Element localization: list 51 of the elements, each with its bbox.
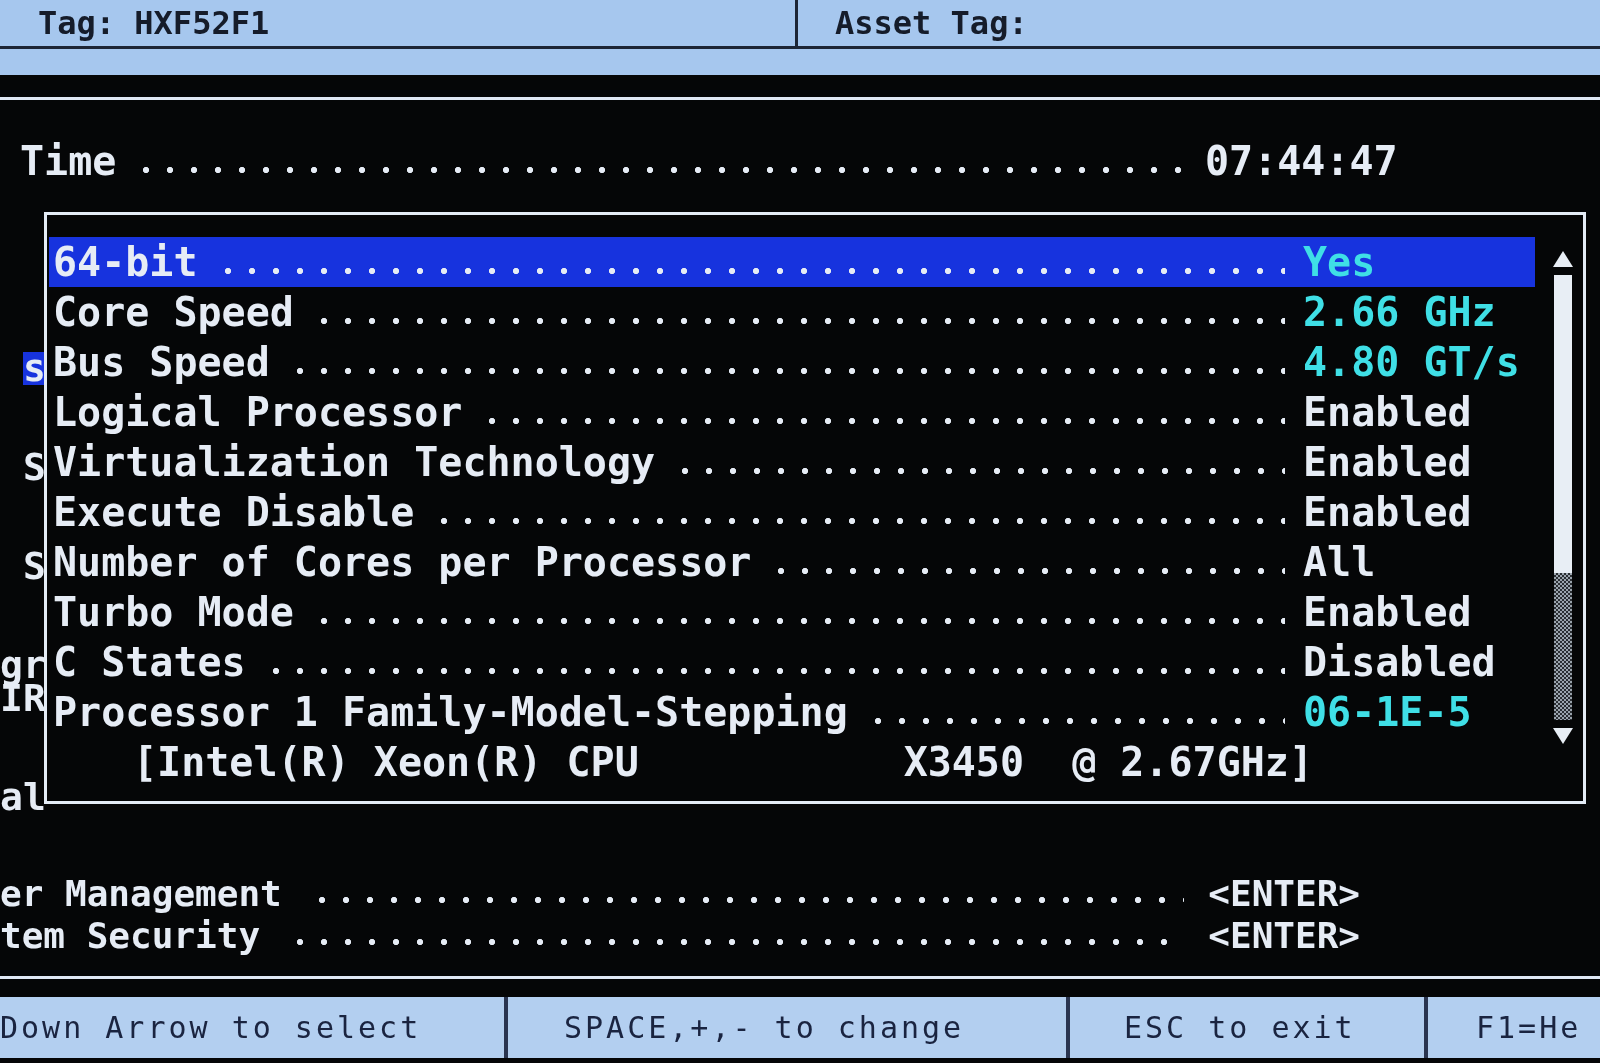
setting-value: Enabled xyxy=(1303,389,1473,435)
sidebar-item[interactable]: al xyxy=(0,781,46,814)
setting-row[interactable]: Bus Speed 4.80 GT/s xyxy=(49,337,1535,387)
setting-row[interactable]: Execute Disable Enabled xyxy=(49,487,1535,537)
setting-value: Disabled xyxy=(1303,639,1497,685)
setting-row[interactable]: Virtualization Technology Enabled xyxy=(49,437,1535,487)
setting-label: 64-bit xyxy=(53,239,198,285)
enter-hint: <ENTER> xyxy=(1208,914,1360,956)
setting-row[interactable]: Logical Processor Enabled xyxy=(49,387,1535,437)
key-hint: F1=He xyxy=(1475,1009,1583,1047)
setting-row[interactable]: Turbo Mode Enabled xyxy=(49,587,1535,637)
up-arrow-icon[interactable] xyxy=(1553,251,1573,267)
time-value: 07:44:47 xyxy=(1205,138,1399,184)
setting-value: 06-1E-5 xyxy=(1303,689,1473,735)
setting-label: Turbo Mode xyxy=(53,589,294,635)
setting-row[interactable]: Number of Cores per Processor All xyxy=(49,537,1535,587)
setting-label: Processor 1 Family-Model-Stepping xyxy=(53,689,848,735)
asset-tag-label: Asset Tag: xyxy=(835,4,1028,42)
sidebar-item[interactable]: S xyxy=(22,451,46,484)
menu-label[interactable]: er Management xyxy=(0,872,282,914)
setting-label: C States xyxy=(53,639,246,685)
key-hint: SPACE,+,- to change xyxy=(508,997,1070,1058)
setting-value: 2.66 GHz xyxy=(1303,289,1497,335)
setting-label: Core Speed xyxy=(53,289,294,335)
setting-label: Virtualization Technology xyxy=(53,439,656,485)
setting-label: Number of Cores per Processor xyxy=(53,539,752,585)
sidebar-item[interactable]: s xyxy=(22,352,46,385)
setting-label: Bus Speed xyxy=(53,339,270,385)
setting-value: Enabled xyxy=(1303,589,1473,635)
tag-text: Tag: HXF52F1 xyxy=(38,4,270,42)
key-hint: Down Arrow to select xyxy=(0,997,508,1058)
setting-row[interactable]: Core Speed 2.66 GHz xyxy=(49,287,1535,337)
down-arrow-icon[interactable] xyxy=(1553,728,1573,744)
setting-value: Enabled xyxy=(1303,439,1473,485)
key-hint: ESC to exit xyxy=(1070,997,1428,1058)
sidebar-item[interactable]: gr xyxy=(0,649,46,682)
setting-label: Execute Disable xyxy=(53,489,415,535)
enter-hint: <ENTER> xyxy=(1208,872,1360,914)
setting-value: 4.80 GT/s xyxy=(1303,339,1521,385)
setting-row[interactable]: C States Disabled xyxy=(49,637,1535,687)
setting-row[interactable]: Processor 1 Family-Model-Stepping 06-1E-5 xyxy=(49,687,1535,737)
cpu-model-text: [Intel(R) Xeon(R) CPU X3450 @ 2.67GHz] xyxy=(133,739,1314,785)
setting-value: Yes xyxy=(1303,239,1377,285)
scrollbar-thumb[interactable] xyxy=(1554,275,1572,573)
setting-value: Enabled xyxy=(1303,489,1473,535)
menu-label[interactable]: tem Security xyxy=(0,914,261,956)
setting-value: All xyxy=(1303,539,1377,585)
setting-label: Logical Processor xyxy=(53,389,463,435)
sidebar-item[interactable]: S xyxy=(22,550,46,583)
time-label: Time xyxy=(20,138,117,184)
setting-row[interactable]: 64-bit Yes xyxy=(49,237,1535,287)
